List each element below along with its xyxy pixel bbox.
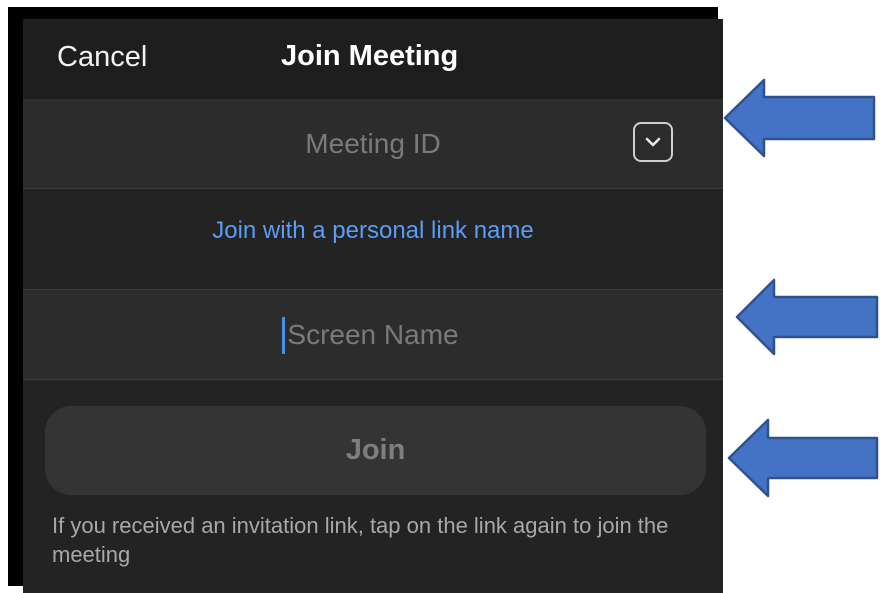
cancel-button[interactable]: Cancel [57,41,147,74]
join-button[interactable]: Join [45,406,706,495]
text-caret [282,317,285,354]
left-arrow-icon [735,278,879,356]
join-meeting-screen: Cancel Join Meeting Join with a personal… [23,19,723,593]
page-title: Join Meeting [281,40,459,72]
screen-name-row [23,289,723,380]
left-arrow-icon [727,418,879,498]
navigation-bar: Cancel Join Meeting [23,19,723,99]
chevron-down-icon [645,137,661,147]
meeting-id-input[interactable] [23,99,723,188]
left-arrow-icon [723,78,876,158]
meeting-id-row [23,99,723,189]
personal-link-name-link[interactable]: Join with a personal link name [23,217,723,245]
personal-link-row: Join with a personal link name [23,189,723,289]
device-frame: Cancel Join Meeting Join with a personal… [8,7,723,593]
meeting-id-dropdown-button[interactable] [633,122,673,162]
screen-name-input[interactable] [23,290,723,379]
invitation-hint-text: If you received an invitation link, tap … [52,513,669,567]
